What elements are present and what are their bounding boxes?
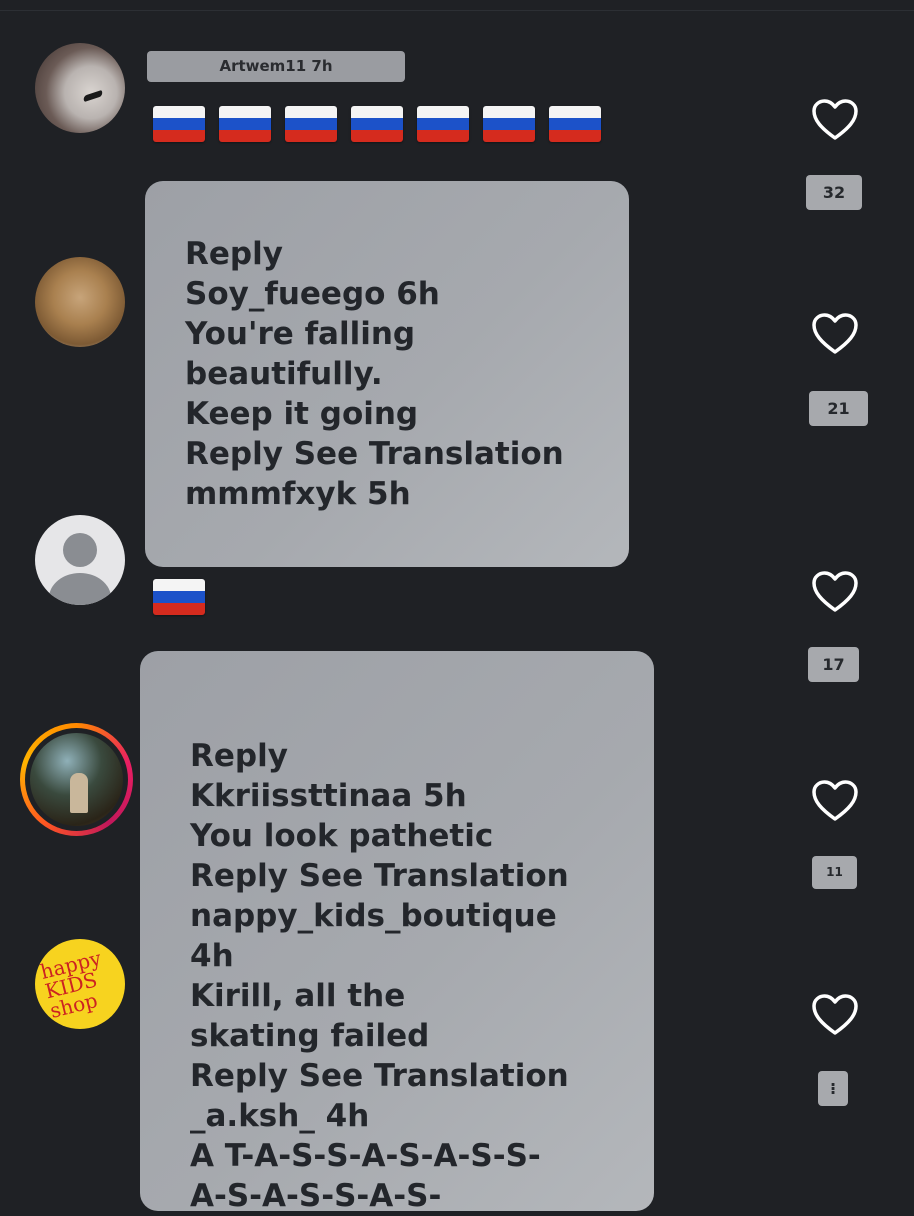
card-line: nappy_kids_boutique [190,898,557,934]
russia-flag-icon [219,106,271,142]
flag-emoji-row [153,106,601,142]
russia-flag-icon [417,106,469,142]
heart-icon[interactable] [811,570,859,614]
card-line: A-S-A-S-S-A-S- [190,1178,442,1214]
card-line[interactable]: Reply See Translation [185,434,629,474]
avatar-story-ring[interactable] [20,723,133,836]
heart-icon[interactable] [811,993,859,1037]
russia-flag-icon [285,106,337,142]
like-count: ⁝ [818,1071,848,1106]
russia-flag-icon [153,579,205,615]
card-line: You look pathetic [190,818,494,854]
comment-overlay-card: Reply Soy_fueego 6h You're falling beaut… [145,181,629,567]
card-line: 4h [190,938,234,974]
avatar-nappy-kids-boutique[interactable]: happy KIDS shop [35,939,125,1029]
like-count: 21 [809,391,868,426]
avatar-default[interactable] [35,515,125,605]
top-divider [0,10,914,11]
card-line: mmmfxyk 5h [185,476,411,512]
card-line: A T-A-S-S-A-S-A-S-S- [190,1138,541,1174]
card-line: skating failed [190,1018,430,1054]
russia-flag-icon [351,106,403,142]
card-line[interactable]: Reply See Translation [190,1056,654,1096]
avatar-lettering: happy KIDS shop [37,945,104,1023]
card-line: You're falling [185,316,416,352]
card-line[interactable]: Reply [190,736,654,776]
russia-flag-icon [549,106,601,142]
card-line[interactable]: Reply [185,234,629,274]
comment-overlay-card: Reply Kkriissttinaa 5h You look pathetic… [140,651,654,1214]
avatar-artwem11[interactable] [35,43,125,133]
card-line: Soy_fueego 6h [185,276,440,312]
card-line: Kirill, all the [190,978,406,1014]
avatar-soy-fueego[interactable] [35,257,125,347]
avatar-kkriissttinaa [30,733,123,826]
russia-flag-icon [153,106,205,142]
card-line: beautifully. [185,356,383,392]
card-line: Keep it going [185,396,419,432]
card-line: _a.ksh_ 4h [190,1098,370,1134]
person-icon-head [63,533,97,567]
heart-icon[interactable] [811,779,859,823]
heart-icon[interactable] [811,312,859,356]
heart-icon[interactable] [811,98,859,142]
russia-flag-icon [483,106,535,142]
like-count: 11 [812,856,857,889]
card-line[interactable]: Reply See Translation [190,856,654,896]
like-count: 32 [806,175,862,210]
comment-header[interactable]: Artwem11 7h [147,51,405,82]
logo-mark [82,90,104,102]
like-count: 17 [808,647,859,682]
card-line: Kkriissttinaa 5h [190,778,467,814]
person-icon-body [49,573,111,605]
